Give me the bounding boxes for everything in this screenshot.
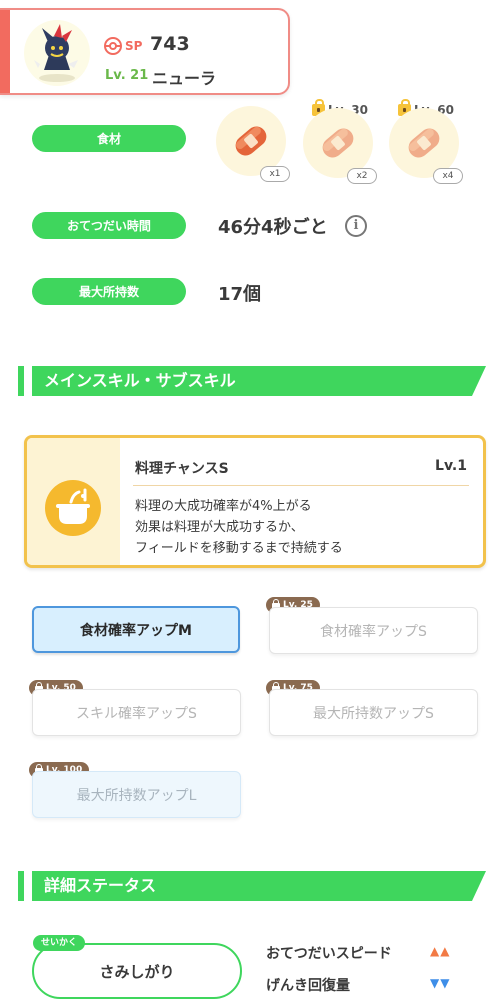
sausage-icon (235, 126, 267, 156)
main-skill-icon-panel (27, 438, 120, 565)
stat-help-speed-label: おてつだいスピード (266, 946, 392, 962)
info-icon[interactable]: i (345, 215, 367, 237)
nature-value: さみしがり (99, 963, 175, 981)
ingredient-qty-2: x2 (347, 168, 377, 184)
sp-value: 743 (150, 33, 190, 55)
status-section-title: 詳細ステータス (32, 871, 486, 901)
pokemon-header-card: SP 743 Lv. 21 ニューラ (0, 8, 290, 95)
skills-section-header: メインスキル・サブスキル (18, 366, 486, 396)
nature-tag: せいかく (33, 935, 86, 951)
max-carry-value: 17個 (218, 284, 262, 305)
sub-skill-4[interactable]: 最大所持数アップS (269, 689, 478, 736)
stat-up-arrows-icon: ▲▲ (430, 944, 451, 958)
section-tick (18, 366, 24, 396)
sausage-icon (408, 128, 440, 158)
pokeball-sp-icon (104, 37, 122, 55)
ingredients-label: 食材 (32, 125, 186, 152)
max-carry-label: 最大所持数 (32, 278, 186, 305)
sausage-icon (322, 128, 354, 158)
help-time-label: おてつだい時間 (32, 212, 186, 239)
cooking-pot-icon (45, 480, 101, 536)
pokemon-level: Lv. 21 (105, 68, 149, 83)
sub-skill-5[interactable]: 最大所持数アップL (32, 771, 241, 818)
main-skill-name: 料理チャンスS (135, 461, 229, 477)
sub-skill-3[interactable]: スキル確率アップS (32, 689, 241, 736)
main-skill-level: Lv.1 (435, 458, 467, 474)
status-section-header: 詳細ステータス (18, 871, 486, 901)
skill-desc-line-1: 料理の大成功確率が4%上がる (135, 499, 312, 514)
help-time-value: 46分4秒ごと (218, 217, 328, 238)
stat-energy-recovery-label: げんき回復量 (266, 978, 350, 994)
skill-desc-line-3: フィールドを移動するまで持続する (135, 541, 343, 556)
pokemon-name: ニューラ (152, 69, 217, 88)
ingredient-slot-1[interactable]: x1 (216, 106, 290, 182)
main-skill-card[interactable]: 料理チャンスS Lv.1 料理の大成功確率が4%上がる 効果は料理が大成功するか… (24, 435, 486, 568)
sub-skill-2[interactable]: 食材確率アップS (269, 607, 478, 654)
ingredient-slot-3[interactable]: x4 (389, 108, 463, 184)
pokemon-avatar (24, 20, 90, 86)
ingredient-qty-1: x1 (260, 166, 290, 182)
ingredient-qty-3: x4 (433, 168, 463, 184)
skill-desc-line-2: 効果は料理が大成功するか、 (135, 520, 304, 535)
header-accent (0, 10, 10, 93)
sneasel-icon (34, 24, 78, 82)
stat-down-arrows-icon: ▼▼ (430, 976, 451, 990)
skill-divider (133, 485, 469, 486)
main-skill-description: 料理の大成功確率が4%上がる 効果は料理が大成功するか、 フィールドを移動するま… (135, 496, 343, 559)
section-tick (18, 871, 24, 901)
sp-label: SP (125, 39, 143, 53)
sub-skill-1[interactable]: 食材確率アップM (32, 606, 240, 653)
ingredient-slot-2[interactable]: x2 (303, 108, 377, 184)
skills-section-title: メインスキル・サブスキル (32, 366, 486, 396)
